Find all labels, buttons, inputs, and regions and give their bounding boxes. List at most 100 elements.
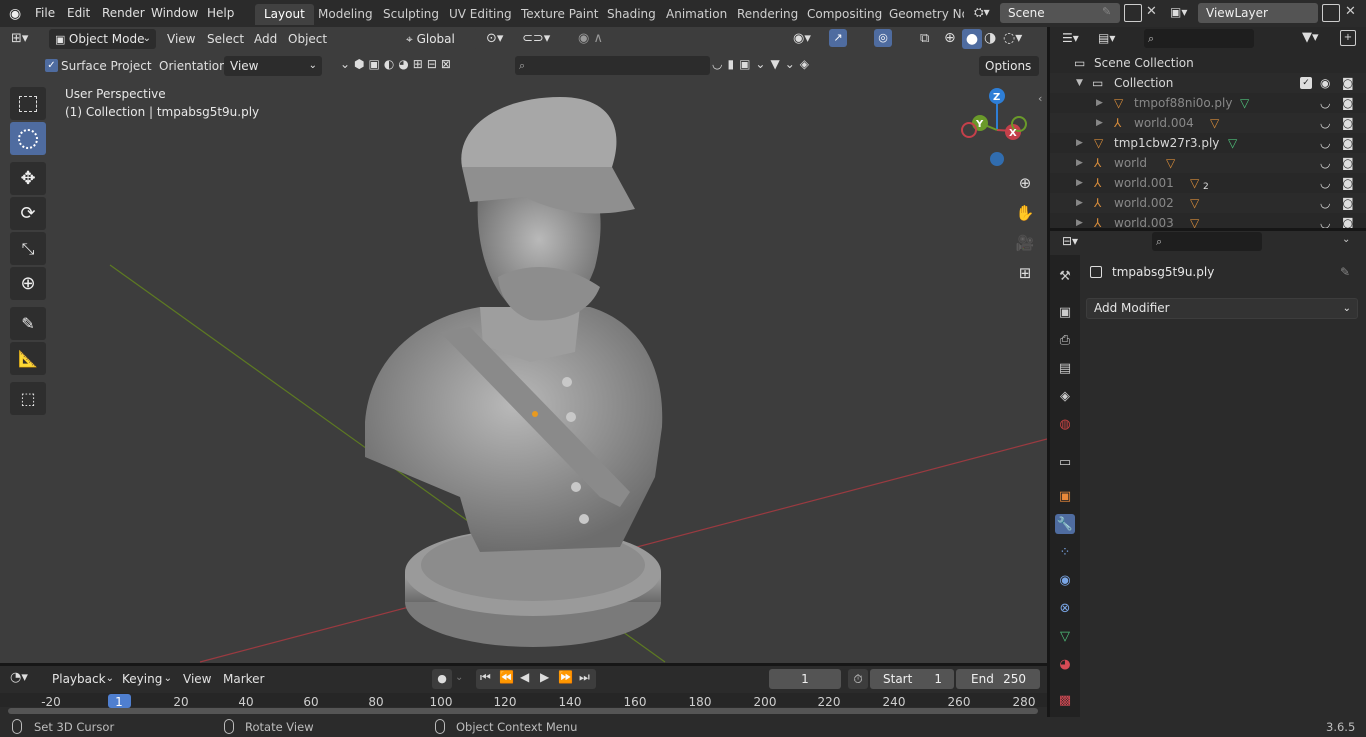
play-reverse-icon[interactable]: ◀ [520,670,529,684]
snap-search-input[interactable]: ⌕ [515,56,710,75]
object-tab-icon[interactable]: ▣ [1055,486,1075,506]
new-scene-icon[interactable] [1124,4,1142,22]
zoom-icon[interactable]: ⊕ [1012,170,1038,196]
eye-closed-icon[interactable]: ◡ [1320,113,1330,133]
camera-icon[interactable]: ◙ [1342,173,1354,193]
texture-tab-icon[interactable]: ▩ [1055,690,1075,710]
transform-tool[interactable]: ⊕ [10,267,46,300]
camera-icon[interactable]: ◙ [1342,213,1354,228]
outliner-item[interactable]: ▶ ⅄ world.001 ▽ 2 ◡ ◙ [1050,173,1366,193]
use-preview-range-icon[interactable]: ⏱ [848,669,868,689]
outliner-search-input[interactable]: ⌕ [1144,29,1254,48]
view-layer-tab-icon[interactable]: ▤ [1055,358,1075,378]
camera-icon[interactable]: ◙ [1342,113,1354,133]
navigation-gizmo[interactable]: Z X Y [955,85,1035,170]
menu-help[interactable]: Help [207,6,234,20]
menu-window[interactable]: Window [151,6,198,20]
camera-icon[interactable]: ◙ [1342,73,1354,93]
menu-edit[interactable]: Edit [67,6,90,20]
render-tab-icon[interactable]: ▣ [1055,302,1075,322]
eye-closed-icon[interactable]: ◡ [1320,153,1330,173]
tab-compositing[interactable]: Compositing [798,4,891,25]
eye-closed-icon[interactable]: ◡ [1320,193,1330,213]
properties-editor-icon[interactable]: ⊟▾ [1062,234,1078,248]
eye-closed-icon[interactable]: ◡ [1320,173,1330,193]
camera-icon[interactable]: ◙ [1342,193,1354,213]
tab-texture-paint[interactable]: Texture Paint [512,4,607,25]
eye-closed-icon[interactable]: ◡ [1320,213,1330,228]
camera-icon[interactable]: ◙ [1342,93,1354,113]
new-collection-icon[interactable]: + [1340,30,1356,46]
timeline-menu-marker[interactable]: Marker [223,669,264,689]
collapse-sidebar-icon[interactable]: ‹ [1038,92,1042,105]
editor-type-icon[interactable]: ⊞▾ [11,31,28,46]
add-cube-tool[interactable]: ⬚ [10,382,46,415]
new-view-layer-icon[interactable] [1322,4,1340,22]
physics-tab-icon[interactable]: ◉ [1055,570,1075,590]
tab-rendering[interactable]: Rendering [728,4,807,25]
tab-sculpting[interactable]: Sculpting [374,4,448,25]
jump-end-icon[interactable]: ⏭ [579,670,590,685]
eye-closed-icon[interactable]: ◡ [1320,93,1330,113]
viewport-menu-object[interactable]: Object [288,29,327,49]
next-keyframe-icon[interactable]: ⏩ [558,670,573,684]
world-tab-icon[interactable]: ◍ [1055,414,1075,434]
view-layer-field[interactable]: ViewLayer [1198,3,1318,23]
tab-geometry-nodes[interactable]: Geometry Noc [880,4,964,25]
menu-file[interactable]: File [35,6,55,20]
material-tab-icon[interactable]: ◕ [1055,654,1075,674]
end-frame-field[interactable]: End 250 [956,669,1040,689]
snap-filter-icons[interactable]: ◡▮▣⌄▼⌄◈ [712,57,814,71]
display-mode-icon[interactable]: ▤▾ [1098,31,1115,45]
particles-tab-icon[interactable]: ⁘ [1055,542,1075,562]
tab-uv-editing[interactable]: UV Editing [440,4,521,25]
outliner-item[interactable]: ▶ ⅄ world.004 ▽ ◡ ◙ [1050,113,1366,133]
eye-closed-icon[interactable]: ◡ [1320,133,1330,153]
measure-tool[interactable]: 📐 [10,342,46,375]
view-layer-icon[interactable]: ▣▾ [1170,5,1187,19]
modifier-tab-icon[interactable]: 🔧 [1055,514,1075,534]
output-tab-icon[interactable]: ⎙ [1055,330,1075,350]
timeline-scrollbar[interactable] [8,708,1038,714]
jump-start-icon[interactable]: ⏮ [480,670,491,685]
rotate-tool[interactable]: ⟳ [10,197,46,230]
properties-search-input[interactable]: ⌕ [1152,232,1262,251]
timeline-editor-icon[interactable]: ◔▾ [10,670,28,685]
tab-modeling[interactable]: Modeling [309,4,382,25]
rendered-shading-icon[interactable]: ◌▾ [1003,30,1022,46]
tool-tab-icon[interactable]: ⚒ [1055,266,1075,286]
filter-icon[interactable]: ▼▾ [1302,30,1319,45]
constraints-tab-icon[interactable]: ⊗ [1055,598,1075,618]
pin-icon[interactable]: ✎ [1102,5,1111,18]
delete-scene-icon[interactable]: ✕ [1146,4,1157,19]
add-modifier-dropdown[interactable]: Add Modifier ⌄ [1086,298,1358,319]
keying-menu[interactable]: Keying ⌄ [116,669,174,689]
include-checkbox-icon[interactable]: ✓ [1300,77,1312,89]
annotate-tool[interactable]: ✎ [10,307,46,340]
delete-view-layer-icon[interactable]: ✕ [1345,4,1356,19]
outliner-item[interactable]: ▶ ▽ tmpof88ni0o.ply ▽ ◡ ◙ [1050,93,1366,113]
proportional-edit-icon[interactable]: ◉ ∧ [578,31,603,46]
visibility-icon[interactable]: ◉▾ [793,31,811,46]
record-options-icon[interactable]: ⌄ [455,672,463,683]
outliner-item[interactable]: ▶ ⅄ world.002 ▽ ◡ ◙ [1050,193,1366,213]
tab-animation[interactable]: Animation [657,4,736,25]
current-frame-field[interactable]: 1 [769,669,841,689]
ortho-grid-icon[interactable]: ⊞ [1012,260,1038,286]
mode-dropdown[interactable]: ▣ Object Mode ⌄ [49,29,156,49]
xray-icon[interactable]: ⧉ [920,31,929,46]
menu-render[interactable]: Render [102,6,145,20]
outliner-editor-icon[interactable]: ☰▾ [1062,31,1079,45]
data-tab-icon[interactable]: ▽ [1055,626,1075,646]
scene-tab-icon[interactable]: ◈ [1055,386,1075,406]
material-shading-icon[interactable]: ◑ [984,30,996,46]
tab-shading[interactable]: Shading [598,4,665,25]
scene-selector-icon[interactable]: ⛭▾ [974,5,1000,23]
gizmo-toggle-icon[interactable]: ↗ [829,29,847,47]
outliner-item[interactable]: ▶ ⅄ world.003 ▽ ◡ ◙ [1050,213,1366,228]
pivot-point-icon[interactable]: ⊙▾ [486,31,503,46]
camera-icon[interactable]: ◙ [1342,153,1354,173]
snap-target-icons[interactable]: ⌄⬢▣◐◕⊞⊟⊠ [340,57,455,71]
orientation-dropdown[interactable]: View ⌄ [224,56,322,76]
overlay-toggle-icon[interactable]: ◎ [874,29,892,47]
